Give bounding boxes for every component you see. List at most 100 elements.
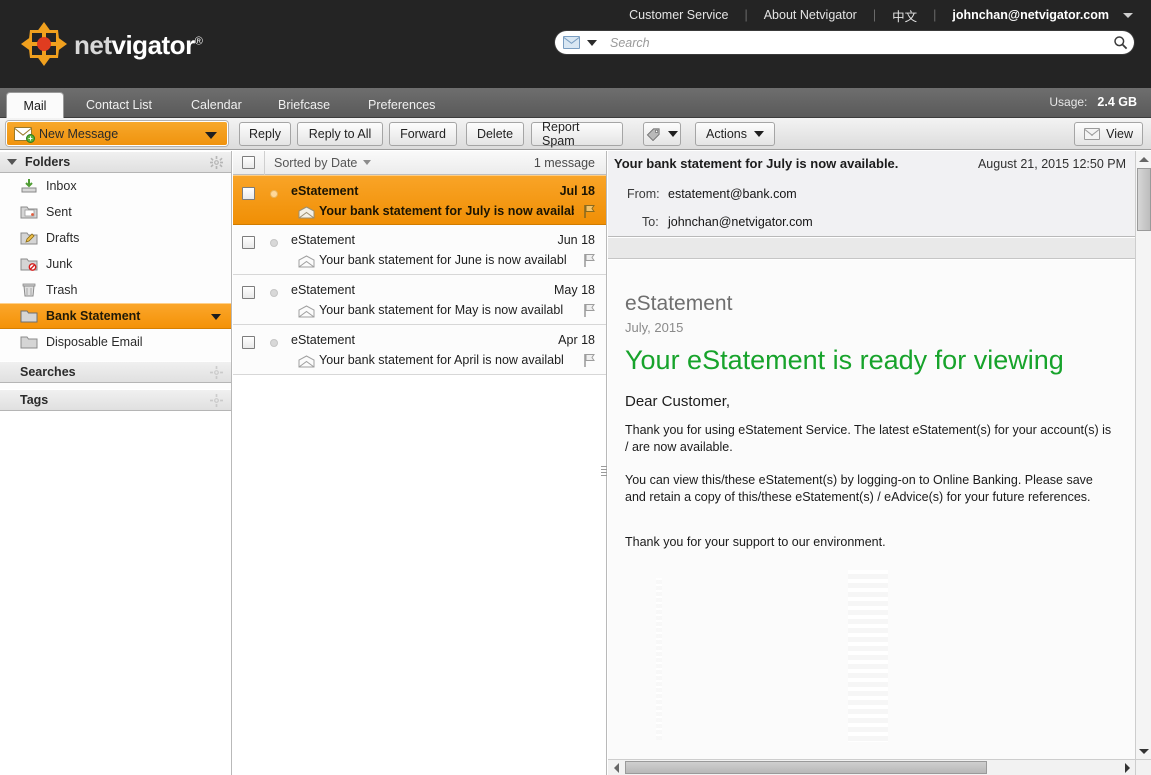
reply-all-button[interactable]: Reply to All [297, 122, 383, 146]
hscroll-thumb[interactable] [625, 761, 987, 774]
view-label: View [1106, 127, 1133, 141]
message-subject: Your bank statement for April is now ava… [319, 353, 564, 367]
message-sender: eStatement [291, 333, 355, 347]
search-icon[interactable] [1109, 32, 1131, 54]
body-faint-block-center [848, 570, 888, 742]
row-checkbox[interactable] [242, 187, 255, 200]
gear-icon[interactable] [210, 394, 223, 407]
mail-icon[interactable] [563, 36, 580, 49]
scroll-thumb[interactable] [1137, 168, 1151, 231]
brand-suffix: vigator [111, 29, 196, 60]
search-input[interactable] [610, 35, 1109, 50]
view-button[interactable]: View [1074, 122, 1143, 146]
sort-label[interactable]: Sorted by Date [274, 156, 357, 170]
tab-preferences[interactable]: Preferences [354, 92, 449, 118]
table-row[interactable]: eStatement Apr 18 Your bank statement fo… [233, 325, 606, 375]
sidebar-item-inbox[interactable]: Inbox [0, 173, 231, 199]
sidebar-item-bank-statement[interactable]: Bank Statement [0, 303, 231, 329]
table-row[interactable]: eStatement Jun 18 Your bank statement fo… [233, 225, 606, 275]
actions-button[interactable]: Actions [695, 122, 775, 146]
drafts-folder-icon [20, 232, 38, 245]
chevron-down-icon[interactable] [587, 39, 597, 46]
scroll-left-button[interactable] [608, 760, 624, 775]
about-netvigator-link[interactable]: About Netvigator [750, 8, 871, 22]
tab-briefcase[interactable]: Briefcase [264, 92, 344, 118]
mail-toolbar: + New Message Reply Reply to All Forward… [0, 118, 1151, 150]
junk-folder-icon [20, 258, 38, 271]
message-sender: eStatement [291, 184, 359, 198]
tag-icon [646, 128, 660, 141]
mailbox-usage: Usage: 2.4 GB [1049, 95, 1137, 109]
tab-calendar[interactable]: Calendar [177, 92, 256, 118]
scroll-right-button[interactable] [1119, 760, 1135, 775]
sidebar-item-junk[interactable]: Junk [0, 251, 231, 277]
sidebar-item-label: Inbox [46, 179, 77, 193]
triangle-down-icon[interactable] [7, 159, 17, 165]
tab-contact-list-label: Contact List [86, 98, 153, 112]
sidebar-item-trash[interactable]: Trash [0, 277, 231, 303]
chevron-down-icon[interactable] [205, 132, 217, 139]
table-row[interactable]: eStatement Jul 18 Your bank statement fo… [233, 175, 606, 225]
message-reading-pane: Your bank statement for July is now avai… [608, 151, 1151, 775]
tags-section-header[interactable]: Tags [0, 389, 231, 411]
sidebar-item-sent[interactable]: Sent [0, 199, 231, 225]
netvigator-logo[interactable]: netvigator® [18, 19, 203, 69]
scroll-down-button[interactable] [1136, 743, 1151, 759]
account-email-label[interactable]: johnchan@netvigator.com [938, 8, 1119, 22]
flag-icon[interactable] [583, 303, 596, 318]
tab-mail[interactable]: Mail [6, 92, 64, 119]
to-label: To: [642, 215, 659, 229]
chevron-down-icon[interactable] [1123, 12, 1133, 18]
flag-icon[interactable] [583, 353, 596, 368]
new-message-button[interactable]: + New Message [6, 121, 228, 146]
delete-button[interactable]: Delete [466, 122, 524, 146]
searches-section-header[interactable]: Searches [0, 361, 231, 383]
row-checkbox[interactable] [242, 286, 255, 299]
message-date: Apr 18 [558, 333, 595, 347]
triangle-up-icon [1138, 156, 1149, 162]
body-paragraph-2: You can view this/these eStatement(s) by… [625, 473, 1093, 504]
message-list-pane: Sorted by Date 1 message eStatement Jul … [233, 150, 607, 775]
message-subject: Your bank statement for June is now avai… [319, 253, 567, 267]
sidebar-item-label: Junk [46, 257, 73, 271]
chinese-language-link[interactable]: 中文 [878, 6, 931, 25]
table-row[interactable]: eStatement May 18 Your bank statement fo… [233, 275, 606, 325]
row-checkbox[interactable] [242, 236, 255, 249]
sent-folder-icon [20, 206, 38, 219]
gear-icon[interactable] [210, 156, 223, 169]
report-spam-label: Report Spam [542, 120, 580, 148]
from-address[interactable]: estatement@bank.com [668, 187, 797, 201]
message-sender: eStatement [291, 233, 355, 247]
top-navigation: Customer Service | About Netvigator | 中文… [615, 4, 1133, 26]
forward-button[interactable]: Forward [389, 122, 457, 146]
tab-preferences-label: Preferences [368, 98, 436, 112]
row-checkbox[interactable] [242, 336, 255, 349]
sidebar-item-label: Bank Statement [46, 309, 141, 323]
report-spam-button[interactable]: Report Spam [531, 120, 623, 148]
flag-icon[interactable] [583, 204, 596, 219]
scroll-up-button[interactable] [1136, 151, 1151, 167]
nav-separator-3: | [933, 8, 937, 22]
gear-icon[interactable] [210, 366, 223, 379]
tab-contact-list[interactable]: Contact List [72, 92, 166, 118]
folders-section-header[interactable]: Folders [0, 151, 231, 173]
sidebar-item-drafts[interactable]: Drafts [0, 225, 231, 251]
reader-horizontal-scrollbar[interactable] [608, 759, 1135, 775]
flag-icon[interactable] [583, 253, 596, 268]
reply-button[interactable]: Reply [239, 122, 291, 146]
message-date: Jun 18 [557, 233, 595, 247]
pane-splitter-handle[interactable] [601, 460, 607, 482]
top-header-bar: netvigator® Customer Service | About Net… [0, 0, 1151, 88]
chevron-down-icon[interactable] [211, 314, 221, 320]
body-salutation: Dear Customer, [625, 393, 731, 410]
reader-vertical-scrollbar[interactable] [1135, 151, 1151, 759]
message-sender: eStatement [291, 283, 355, 297]
customer-service-link[interactable]: Customer Service [615, 8, 742, 22]
compass-arrows-icon [21, 22, 67, 66]
to-address[interactable]: johnchan@netvigator.com [668, 215, 813, 229]
triangle-down-icon[interactable] [363, 160, 372, 165]
triangle-left-icon [613, 762, 619, 773]
tag-button[interactable] [643, 122, 681, 146]
select-all-checkbox[interactable] [242, 156, 255, 169]
sidebar-item-disposable-email[interactable]: Disposable Email [0, 329, 231, 355]
